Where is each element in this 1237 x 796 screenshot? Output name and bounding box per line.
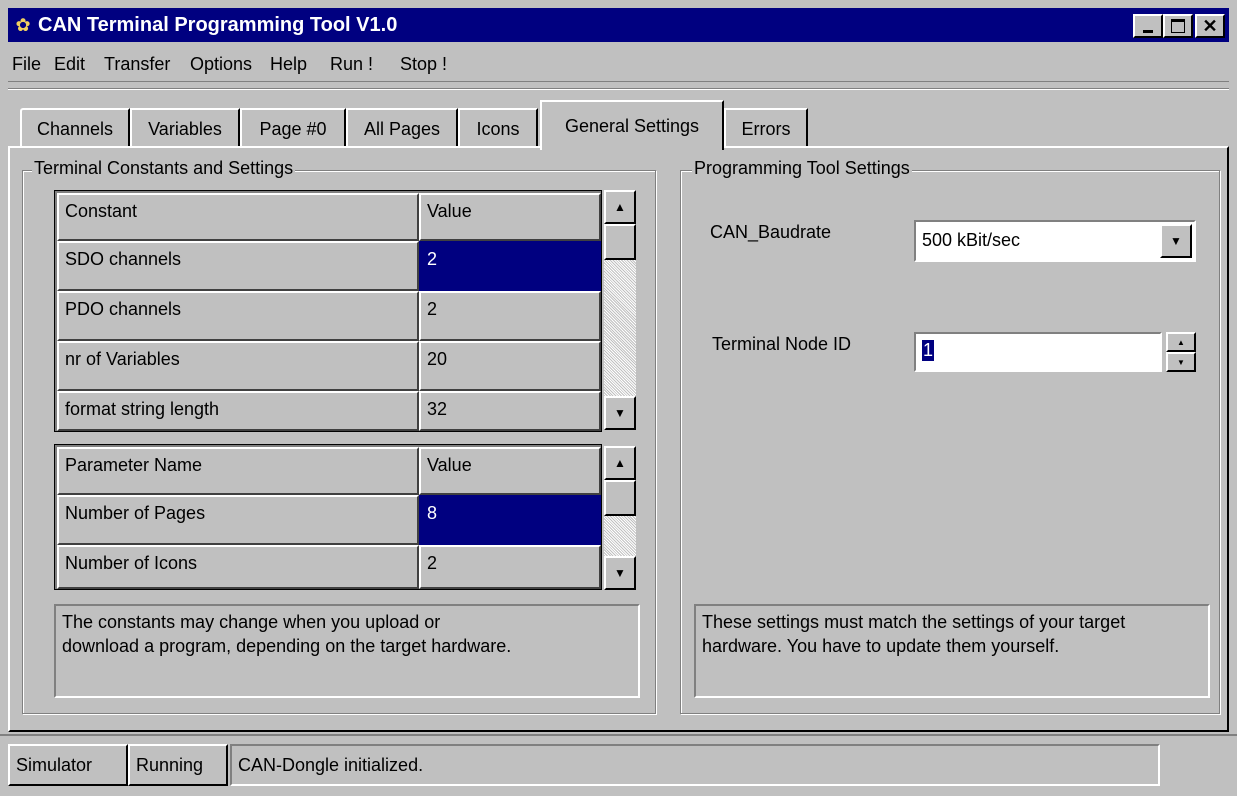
node-id-label: Terminal Node ID xyxy=(712,334,852,354)
status-separator xyxy=(0,734,1237,738)
table-row-name[interactable]: Number of Icons xyxy=(57,545,419,589)
tab-channels[interactable]: Channels xyxy=(20,108,130,148)
baudrate-label: CAN_Baudrate xyxy=(710,222,832,242)
table-row-name[interactable]: format string length xyxy=(57,391,419,431)
title-bar[interactable]: ✿ CAN Terminal Programming Tool V1.0 ✕ xyxy=(8,8,1229,42)
tab-variables[interactable]: Variables xyxy=(130,108,240,148)
params-header-value: Value xyxy=(419,447,601,495)
stepper-down-button[interactable]: ▼ xyxy=(1166,352,1196,372)
tab-errors[interactable]: Errors xyxy=(724,108,808,148)
table-row-name[interactable]: Number of Pages xyxy=(57,495,419,545)
constants-header-constant: Constant xyxy=(57,193,419,241)
menu-edit[interactable]: Edit xyxy=(54,54,85,75)
settings-info-line1: These settings must match the settings o… xyxy=(702,612,1126,632)
programming-group-label: Programming Tool Settings xyxy=(692,158,912,179)
menu-separator xyxy=(8,88,1229,90)
tab-page-0[interactable]: Page #0 xyxy=(240,108,346,148)
table-row-value[interactable]: 2 xyxy=(419,545,601,589)
arrow-down-icon: ▼ xyxy=(614,406,626,420)
table-row-value[interactable]: 20 xyxy=(419,341,601,391)
scroll-up-button[interactable]: ▲ xyxy=(604,190,636,224)
constants-table: Constant Value SDO channels 2 PDO channe… xyxy=(54,190,602,432)
menu-options[interactable]: Options xyxy=(190,54,252,75)
scroll-up-button[interactable]: ▲ xyxy=(604,446,636,480)
minimize-button[interactable] xyxy=(1133,14,1163,38)
arrow-up-icon: ▲ xyxy=(614,200,626,214)
table-row-value[interactable]: 32 xyxy=(419,391,601,431)
menu-transfer[interactable]: Transfer xyxy=(104,54,170,75)
table-row-value-selected[interactable]: 2 xyxy=(419,241,601,291)
status-message: CAN-Dongle initialized. xyxy=(230,744,1160,786)
constants-header-value: Value xyxy=(419,193,601,241)
arrow-up-icon: ▲ xyxy=(614,456,626,470)
baudrate-dropdown-button[interactable]: ▼ xyxy=(1160,224,1192,258)
constants-scrollbar[interactable]: ▲ ▼ xyxy=(604,190,636,430)
scroll-down-button[interactable]: ▼ xyxy=(604,556,636,590)
table-row-name[interactable]: SDO channels xyxy=(57,241,419,291)
arrow-down-icon: ▼ xyxy=(614,566,626,580)
tab-icons[interactable]: Icons xyxy=(458,108,538,148)
settings-info-box: These settings must match the settings o… xyxy=(694,604,1210,698)
settings-info-line2: hardware. You have to update them yourse… xyxy=(702,636,1060,656)
table-row-value-selected[interactable]: 8 xyxy=(419,495,601,545)
params-scrollbar[interactable]: ▲ ▼ xyxy=(604,446,636,590)
params-header-name: Parameter Name xyxy=(57,447,419,495)
baudrate-select[interactable]: 500 kBit/sec ▼ xyxy=(914,220,1196,262)
scroll-down-button[interactable]: ▼ xyxy=(604,396,636,430)
table-row-name[interactable]: PDO channels xyxy=(57,291,419,341)
close-button[interactable]: ✕ xyxy=(1195,14,1225,38)
node-id-stepper[interactable]: ▲ ▼ xyxy=(1166,332,1196,372)
window-title: CAN Terminal Programming Tool V1.0 xyxy=(38,14,398,36)
terminal-group-label: Terminal Constants and Settings xyxy=(32,158,296,179)
menu-bar: File Edit Transfer Options Help Run ! St… xyxy=(8,46,1229,82)
maximize-button[interactable] xyxy=(1163,14,1193,38)
tab-all-pages[interactable]: All Pages xyxy=(346,108,458,148)
maximize-icon xyxy=(1171,19,1185,33)
baudrate-selected-value: 500 kBit/sec xyxy=(922,230,1021,250)
scroll-thumb[interactable] xyxy=(604,480,636,516)
menu-stop[interactable]: Stop ! xyxy=(400,54,447,75)
node-id-value: 1 xyxy=(922,340,935,361)
table-row-name[interactable]: nr of Variables xyxy=(57,341,419,391)
tab-general-settings[interactable]: General Settings xyxy=(540,100,724,150)
menu-run[interactable]: Run ! xyxy=(330,54,373,75)
chevron-down-icon: ▼ xyxy=(1170,234,1182,248)
table-row-value[interactable]: 2 xyxy=(419,291,601,341)
constants-info-line1: The constants may change when you upload… xyxy=(62,612,441,632)
arrow-up-icon: ▲ xyxy=(1177,337,1185,347)
menu-file[interactable]: File xyxy=(12,54,41,75)
scroll-thumb[interactable] xyxy=(604,224,636,260)
stepper-up-button[interactable]: ▲ xyxy=(1166,332,1196,352)
arrow-down-icon: ▼ xyxy=(1177,357,1185,367)
close-icon: ✕ xyxy=(1202,16,1218,36)
constants-info-line2: download a program, depending on the tar… xyxy=(62,636,512,656)
params-table: Parameter Name Value Number of Pages 8 N… xyxy=(54,444,602,590)
minimize-icon xyxy=(1143,29,1153,33)
app-icon[interactable]: ✿ xyxy=(12,14,34,36)
status-mode: Simulator xyxy=(8,744,128,786)
constants-info-box: The constants may change when you upload… xyxy=(54,604,640,698)
menu-help[interactable]: Help xyxy=(270,54,307,75)
node-id-field[interactable]: 1 xyxy=(914,332,1162,372)
status-state: Running xyxy=(128,744,228,786)
